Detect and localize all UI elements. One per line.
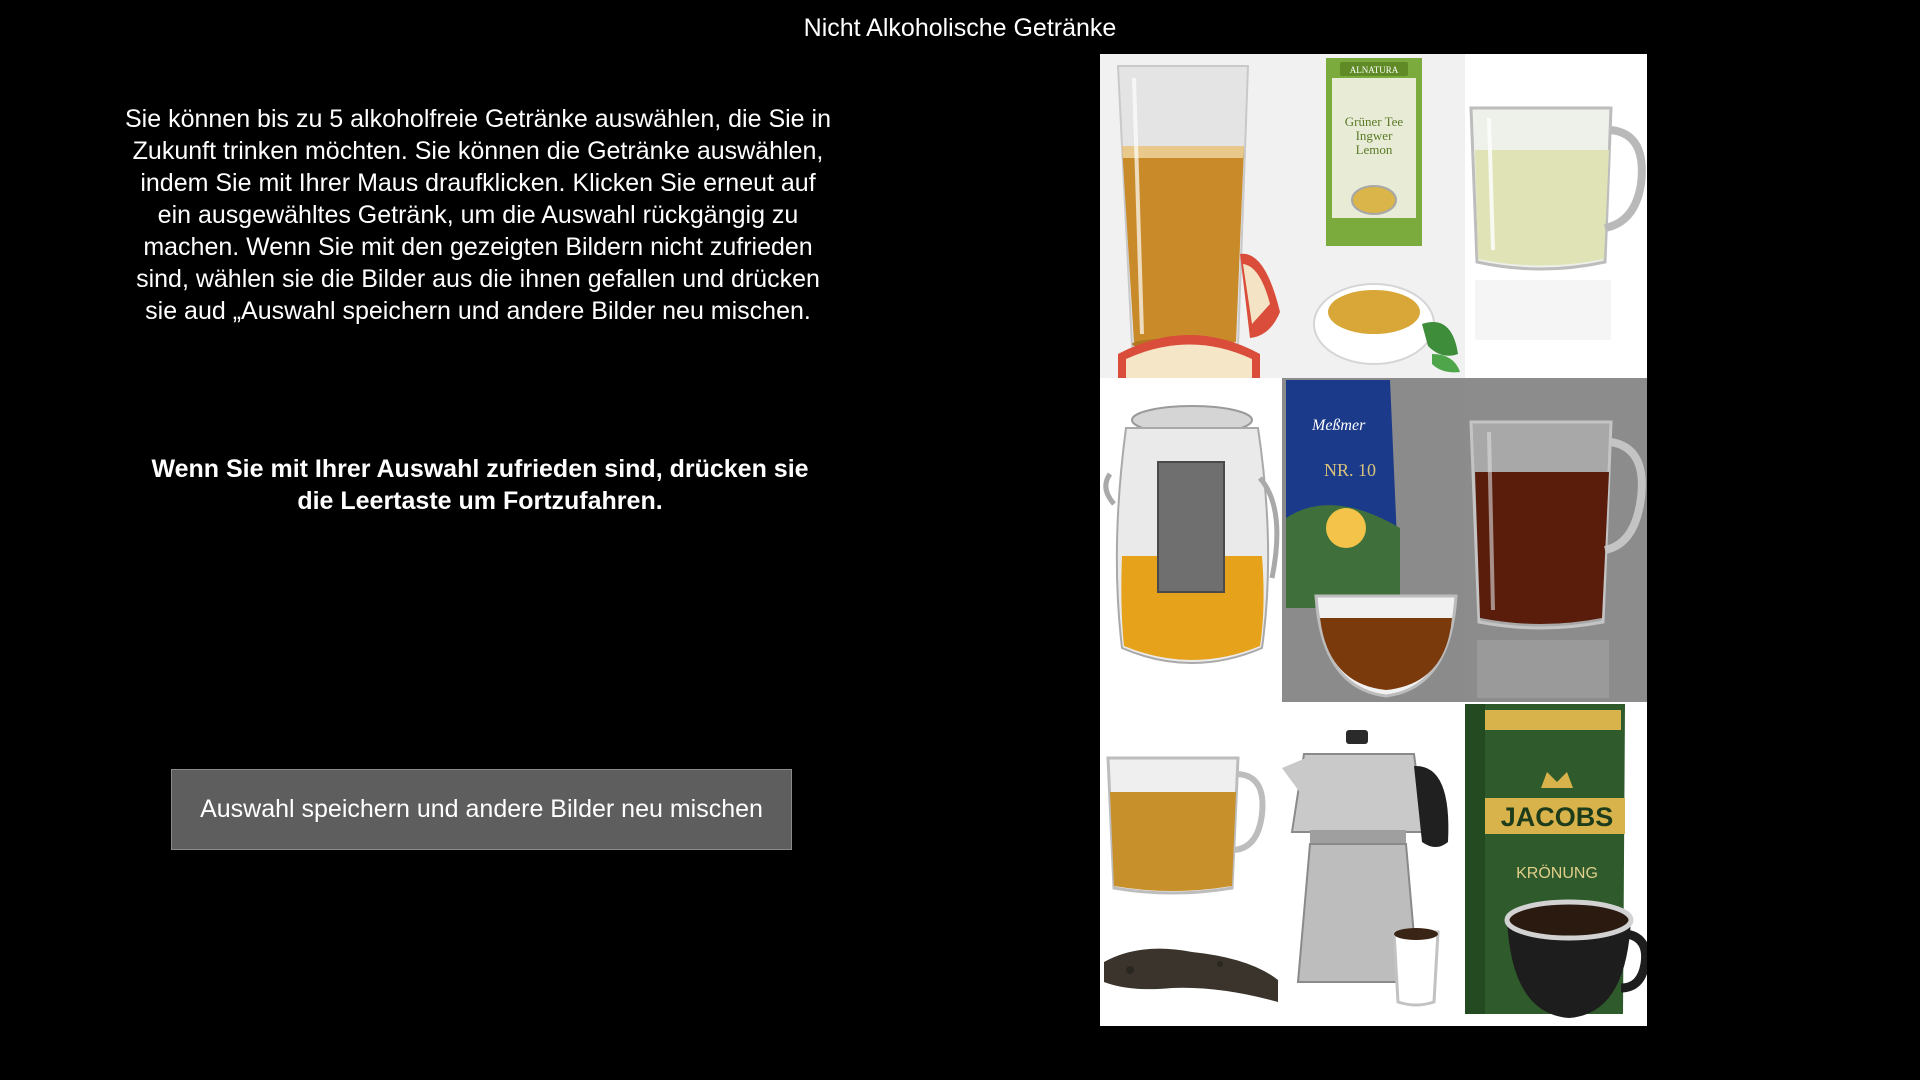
- drink-tile-alnatura-green-tea[interactable]: ALNATURA Grüner Tee Ingwer Lemon: [1282, 54, 1465, 378]
- drink-tile-black-tea-mug[interactable]: [1465, 378, 1647, 702]
- svg-text:KRÖNUNG: KRÖNUNG: [1516, 864, 1598, 882]
- drink-tile-apple-juice[interactable]: [1100, 54, 1282, 378]
- svg-text:Ingwer: Ingwer: [1356, 128, 1393, 143]
- drink-image-grid: ALNATURA Grüner Tee Ingwer Lemon Meßmer …: [1100, 54, 1647, 1026]
- drink-tile-black-tea-cup[interactable]: [1100, 702, 1282, 1026]
- svg-text:Grüner Tee: Grüner Tee: [1345, 114, 1404, 129]
- svg-text:JACOBS: JACOBS: [1501, 802, 1614, 832]
- drink-tile-moka-pot[interactable]: [1282, 702, 1465, 1026]
- svg-text:ALNATURA: ALNATURA: [1350, 65, 1399, 75]
- glass-mug-icon: [1465, 54, 1647, 378]
- teapot-icon: [1100, 378, 1282, 702]
- continue-instruction: Wenn Sie mit Ihrer Auswahl zufrieden sin…: [151, 455, 809, 515]
- instructions-text: Sie können bis zu 5 alkoholfreie Getränk…: [125, 105, 831, 325]
- svg-text:NR. 10: NR. 10: [1324, 460, 1376, 480]
- drink-tile-messmer-tea[interactable]: Meßmer NR. 10: [1282, 378, 1465, 702]
- drink-tile-green-tea-mug[interactable]: [1465, 54, 1647, 378]
- page-title: Nicht Alkoholische Getränke: [803, 14, 1117, 42]
- save-and-shuffle-button[interactable]: Auswahl speichern und andere Bilder neu …: [171, 769, 792, 850]
- coffee-pack-icon: JACOBS KRÖNUNG: [1465, 702, 1647, 1026]
- tea-box-icon: ALNATURA Grüner Tee Ingwer Lemon: [1282, 54, 1465, 378]
- moka-pot-icon: [1282, 702, 1465, 1026]
- svg-text:Lemon: Lemon: [1356, 142, 1393, 157]
- glass-mug-icon: [1100, 702, 1282, 1026]
- glass-mug-icon: [1465, 378, 1647, 702]
- drink-tile-glass-teapot[interactable]: [1100, 378, 1282, 702]
- drink-tile-jacobs-coffee[interactable]: JACOBS KRÖNUNG: [1465, 702, 1647, 1026]
- svg-text:Meßmer: Meßmer: [1311, 417, 1366, 434]
- juice-glass-icon: [1100, 54, 1282, 378]
- tea-box-icon: Meßmer NR. 10: [1282, 378, 1465, 702]
